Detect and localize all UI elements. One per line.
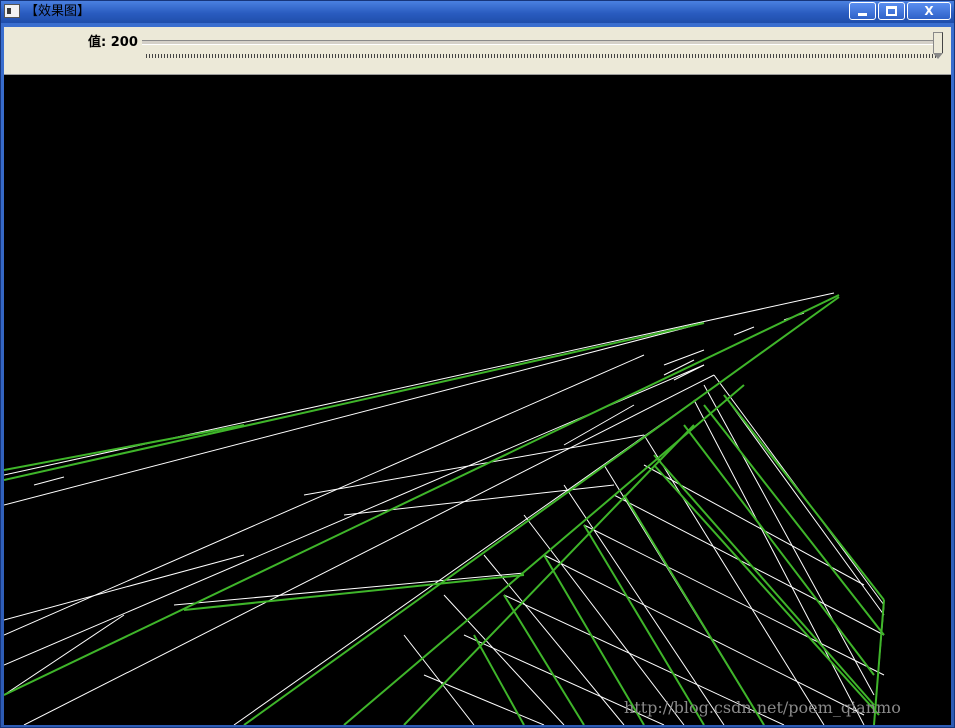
window-icon[interactable] <box>4 4 20 18</box>
maximize-button[interactable] <box>878 2 905 20</box>
trackbar-ticks <box>146 54 938 58</box>
trackbar-track[interactable] <box>142 40 942 45</box>
window-title: 【效果图】 <box>25 4 91 19</box>
title-bar[interactable]: 【效果图】 X <box>1 1 954 23</box>
edge-image <box>4 292 885 725</box>
canny-edges <box>4 292 885 725</box>
minimize-button[interactable] <box>849 2 876 20</box>
trackbar-thumb[interactable] <box>933 32 943 59</box>
trackbar-label: 值: 200 <box>88 35 138 50</box>
minimize-icon <box>858 13 867 16</box>
trackbar-panel: 值: 200 <box>4 27 951 75</box>
maximize-icon <box>886 6 897 16</box>
image-canvas: http://blog.csdn.net/poem_qianmo <box>4 75 951 725</box>
close-button[interactable]: X <box>907 2 951 20</box>
app-window: 【效果图】 X 值: 200 http://blog.csdn.net/poem… <box>0 0 955 728</box>
watermark-text: http://blog.csdn.net/poem_qianmo <box>624 698 901 717</box>
